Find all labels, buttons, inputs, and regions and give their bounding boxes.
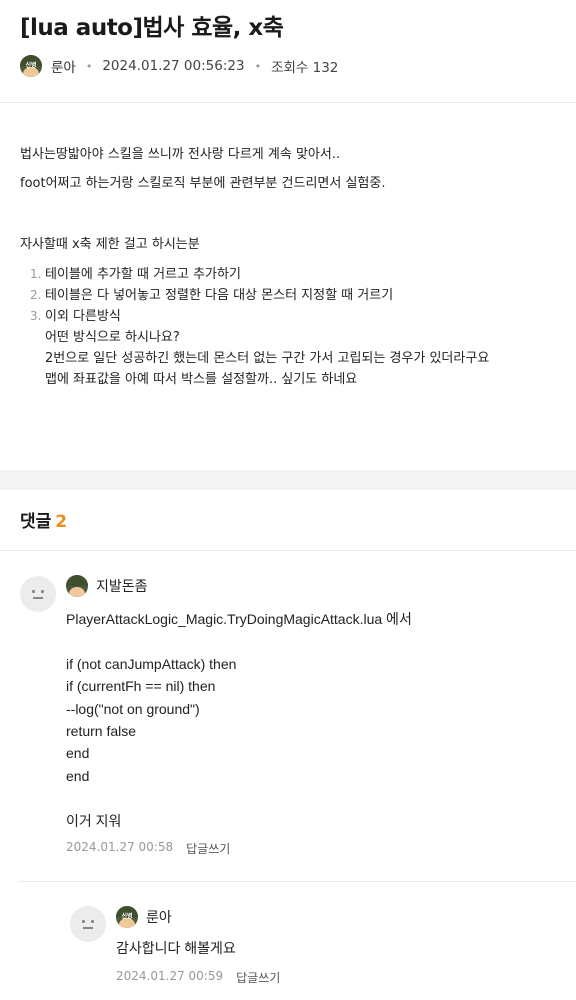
post-title: [lua auto]법사 효율, x축 [20,15,284,41]
comment-body: 감사합니다 해볼게요 [116,937,236,959]
post-datetime: 2024.01.27 00:56:23 [102,58,245,74]
default-avatar-icon [20,576,56,612]
list-item: 2. 테이블은 다 넣어놓고 정렬한 다음 대상 몬스터 지정할 때 거르기 [20,285,540,306]
paragraph: foot어쩌고 하는거랑 스킬로직 부분에 관련부분 건드리면서 실험중. [20,176,386,191]
list-subline: 어떤 방식으로 하시나요? [45,330,180,345]
comment-line: end [66,767,90,784]
comments-heading-label: 댓글 [20,512,52,532]
comment-body: PlayerAttackLogic_Magic.TryDoingMagicAtt… [66,608,412,832]
comment-author[interactable]: 지발돈좀 [66,575,148,597]
comment-line [66,787,412,809]
meta-separator: • [254,59,262,73]
comment-author-name: 지발돈좀 [96,579,148,595]
rank-badge-icon: 신병 [20,55,42,77]
comment-datetime: 2024.01.27 00:59 [116,969,224,983]
comment-line: 이거 지워 [66,812,122,829]
reply-button[interactable]: 답글쓰기 [186,840,230,857]
post-header: [lua auto]법사 효율, x축 신병 룬아 • 2024.01.27 0… [20,10,556,77]
rank-badge-text: 신병 [121,913,133,920]
post-views: 조회수 132 [271,60,339,76]
rank-badge-text: 신병 [25,62,37,69]
default-avatar-icon [70,906,106,942]
comment-line: if (not canJumpAttack) then [66,655,237,672]
list-subline: 2번으로 일단 성공하긴 했는데 몬스터 없는 구간 가서 고립되는 경우가 있… [45,351,490,366]
list-number: 3. [30,309,42,323]
list-subline: 맵에 좌표값을 아예 따서 박스를 설정할까.. 싶기도 하네요 [45,372,358,387]
comment-author-name: 룬아 [146,910,172,926]
comment-author[interactable]: 신병 룬아 [116,906,172,928]
post-meta: 신병 룬아 • 2024.01.27 00:56:23 • 조회수 132 [20,54,338,78]
paragraph: 자사할때 x축 제한 걸고 하시는분 [20,237,200,252]
divider [0,102,576,103]
divider [0,550,576,551]
soldier-avatar-icon [66,575,88,597]
paragraph: 법사는땅밟아야 스킬을 쓰니까 전사랑 다르게 계속 맞아서.. [20,147,341,162]
comment-line: --log("not on ground") [66,700,200,717]
comment-footer: 2024.01.27 00:58 답글쓰기 [66,840,230,857]
comment-footer: 2024.01.27 00:59 답글쓰기 [116,969,280,986]
comment-line [66,630,412,652]
comments-heading: 댓글 2 [20,508,67,536]
comment-line: if (currentFh == nil) then [66,678,216,695]
comment-line: 감사합니다 해볼게요 [116,940,236,956]
comment-datetime: 2024.01.27 00:58 [66,840,174,854]
divider [18,881,576,882]
section-separator [0,470,576,490]
list-item: 1. 테이블에 추가할 때 거르고 추가하기 [20,264,540,285]
rank-badge-icon: 신병 [116,906,138,928]
list-number: 1. [30,267,42,281]
comment-line: return false [66,722,137,739]
comments-count: 2 [55,512,68,532]
list-text: 이외 다른방식 [45,309,121,324]
comment-line: PlayerAttackLogic_Magic.TryDoingMagicAtt… [66,611,412,627]
meta-separator: • [85,59,93,73]
list-text: 테이블은 다 넣어놓고 정렬한 다음 대상 몬스터 지정할 때 거르기 [45,288,394,303]
reply-button[interactable]: 답글쓰기 [236,969,280,986]
list-item: 3. 이외 다른방식 [20,306,540,327]
ordered-list: 1. 테이블에 추가할 때 거르고 추가하기 2. 테이블은 다 넣어놓고 정렬… [20,264,540,390]
comment-line: end [66,745,90,762]
list-text: 테이블에 추가할 때 거르고 추가하기 [45,267,241,282]
post-author[interactable]: 룬아 [51,56,76,76]
list-number: 2. [30,288,42,302]
